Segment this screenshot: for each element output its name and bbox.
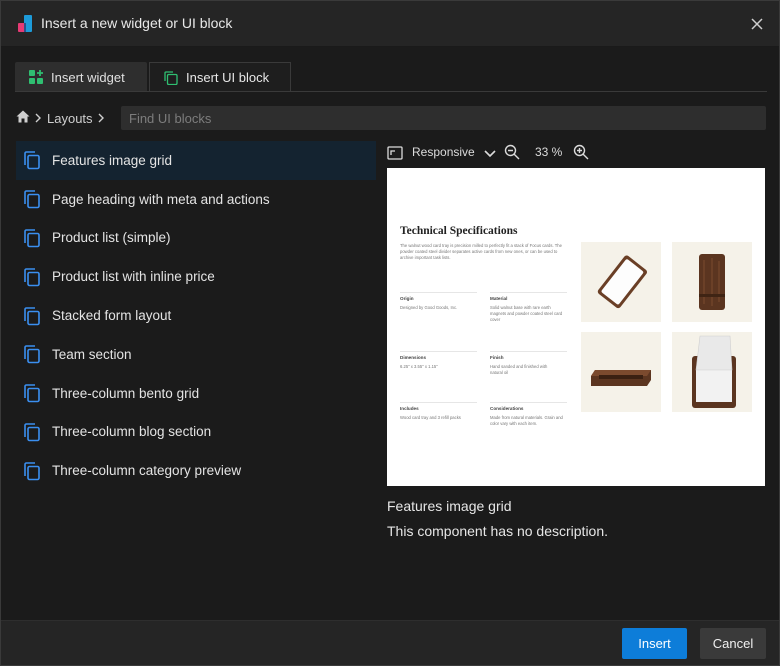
chevron-right-icon [35,111,41,126]
list-item-label: Three-column bento grid [52,385,200,401]
preview-toolbar: Responsive 33 % [387,144,607,164]
preview-product-image [672,242,752,322]
list-item[interactable]: Product list with inline price [16,257,376,296]
ui-block-list: Features image grid Page heading with me… [16,141,376,490]
list-item-label: Three-column blog section [52,424,212,440]
list-item-label: Team section [52,346,132,362]
tab-insert-widget-label: Insert widget [51,69,125,85]
list-item[interactable]: Stacked form layout [16,296,376,335]
list-item-label: Three-column category preview [52,463,242,479]
dialog-title: Insert a new widget or UI block [41,15,233,31]
preview-spec-label: Finish [490,355,504,360]
preview-spec-label: Dimensions [400,355,427,360]
preview-product-image [581,242,661,322]
selected-block-name: Features image grid [387,498,512,514]
preview-divider [490,292,567,293]
breadcrumb: Layouts [16,108,110,128]
preview-divider [490,351,567,352]
app-logo-icon [15,14,35,34]
preview-product-image [672,332,752,412]
copy-block-icon [24,345,40,364]
insert-button[interactable]: Insert [622,628,687,659]
list-item[interactable]: Features image grid [16,141,376,180]
zoom-level: 33 % [535,145,563,159]
preview-divider [400,351,477,352]
chevron-down-icon[interactable] [484,147,496,161]
zoom-in-icon[interactable] [573,144,589,163]
preview-spec-label: Material [490,296,508,301]
preview-intro: The walnut wood card tray is precision m… [400,243,562,260]
list-item-label: Stacked form layout [52,308,172,324]
tab-divider [15,91,767,92]
copy-block-icon [24,306,40,325]
preview-spec-text: Wood card tray and 3 refill packs [400,415,461,420]
copy-block-icon [164,70,178,85]
list-item[interactable]: Page heading with meta and actions [16,180,376,219]
copy-block-icon [24,267,40,287]
preview-divider [490,402,567,403]
dialog-titlebar: Insert a new widget or UI block [1,1,779,47]
list-item-label: Page heading with meta and actions [52,191,270,207]
preview-product-image [581,332,661,412]
copy-block-icon [24,190,40,209]
list-item[interactable]: Three-column category preview [16,451,376,490]
screen-size-icon[interactable] [387,146,403,163]
tab-insert-ui-block-label: Insert UI block [186,70,270,85]
preview-spec-text: Designed by Good Goods, Inc. [400,305,458,310]
preview-spec-label: Considerations [490,406,524,411]
close-icon[interactable] [747,14,767,34]
zoom-out-icon[interactable] [504,144,520,163]
list-item[interactable]: Team section [16,335,376,374]
chevron-right-icon [98,111,104,126]
list-item[interactable]: Three-column bento grid [16,374,376,413]
copy-block-icon [24,461,40,481]
search-input[interactable] [121,106,766,130]
block-preview: Technical Specifications The walnut wood… [387,168,765,486]
preview-spec-text: Solid walnut base with rare earth magnet… [490,305,563,322]
insert-dialog: Insert a new widget or UI block Insert w… [0,0,780,666]
list-item[interactable]: Product list (simple) [16,219,376,258]
breadcrumb-layouts[interactable]: Layouts [47,111,93,126]
cancel-button[interactable]: Cancel [700,628,766,659]
preview-spec-label: Includes [400,406,419,411]
copy-block-icon [24,423,40,442]
selected-block-description: This component has no description. [387,523,609,539]
tab-insert-ui-block[interactable]: Insert UI block [149,62,291,92]
preview-divider [400,402,477,403]
list-item-label: Product list (simple) [52,230,171,246]
preview-heading: Technical Specifications [400,225,518,237]
list-item[interactable]: Three-column blog section [16,413,376,452]
preview-divider [400,292,477,293]
dialog-footer: Insert Cancel [1,620,779,665]
preview-spec-text: Made from natural materials. Grain and c… [490,415,563,426]
preview-spec-text: Hand sanded and finished with natural oi… [490,364,548,375]
copy-block-icon [24,229,40,248]
list-item-label: Features image grid [52,152,173,168]
preview-spec-text: 6.25" x 3.55" x 1.15" [400,364,438,369]
widget-grid-icon [29,70,43,84]
copy-block-icon [24,151,40,170]
viewport-mode-select[interactable]: Responsive [412,145,475,159]
list-item-label: Product list with inline price [52,269,215,285]
home-icon[interactable] [16,110,30,126]
tab-insert-widget[interactable]: Insert widget [15,62,147,92]
copy-block-icon [24,384,40,403]
preview-spec-label: Origin [400,296,414,301]
